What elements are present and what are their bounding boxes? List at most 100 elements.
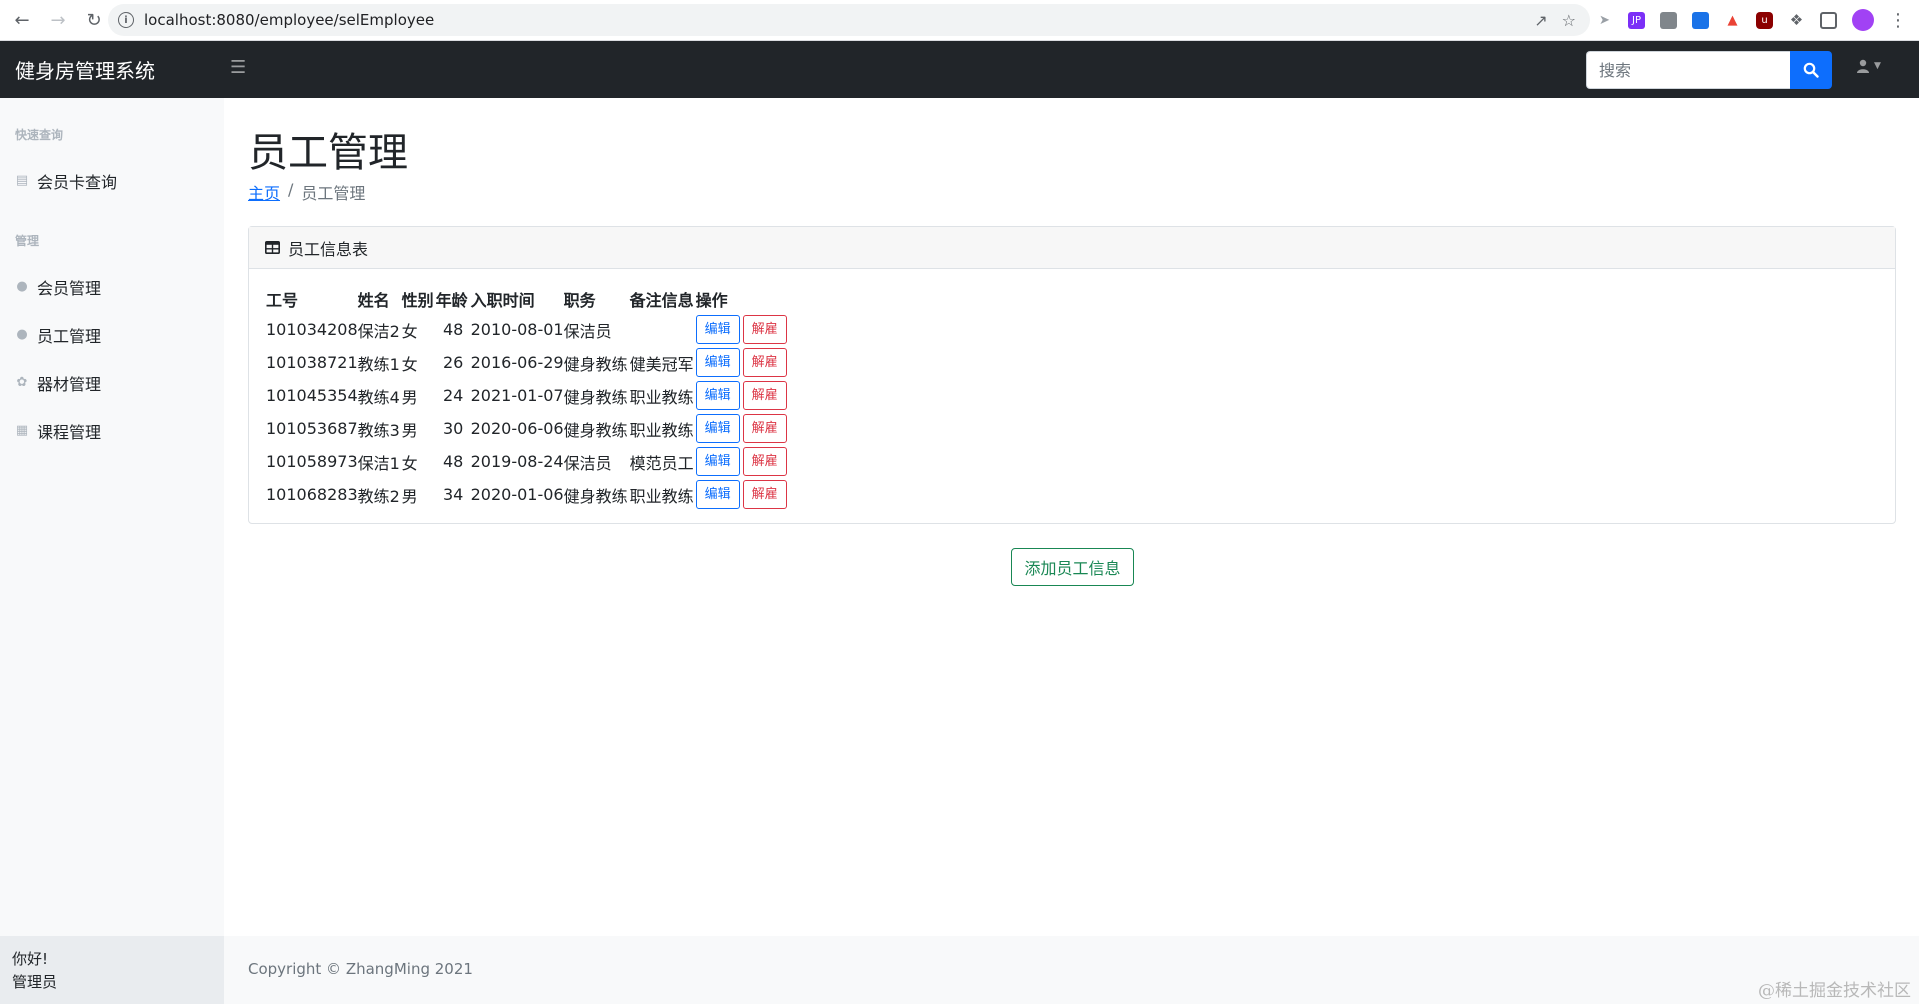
fire-button[interactable]: 解雇 (742, 315, 787, 344)
cell-gender: 女 (401, 354, 418, 374)
cell-age: 26 (442, 353, 464, 372)
breadcrumb: 主页 / 员工管理 (248, 180, 365, 204)
share-icon[interactable]: ↗ (1534, 11, 1547, 30)
cell-remark: 模范员工 (629, 453, 694, 473)
url-text: localhost:8080/employee/selEmployee (144, 11, 435, 29)
fire-button[interactable]: 解雇 (742, 414, 787, 443)
sidebar-item-label: 课程管理 (37, 423, 102, 442)
more-menu-icon[interactable]: ⋮ (1889, 10, 1907, 31)
caret-down-icon: ▼ (1874, 61, 1881, 71)
cell-gender: 男 (401, 420, 418, 440)
cell-age: 34 (442, 485, 464, 504)
cell-position: 保洁员 (563, 453, 612, 473)
card-title: 员工信息表 (288, 239, 369, 259)
cell-remark: 职业教练 (629, 420, 694, 440)
back-icon[interactable]: ← (6, 4, 38, 36)
column-header-hire-date: 入职时间 (470, 291, 535, 310)
cell-gender: 女 (401, 453, 418, 473)
cell-age: 24 (442, 386, 464, 405)
cell-hire-date: 2020-01-06 (470, 485, 564, 504)
bookmark-star-icon[interactable]: ☆ (1562, 11, 1576, 30)
table-header-row: 工号 姓名 性别 年龄 入职时间 职务 备注信息 操作 (266, 285, 796, 313)
jetbrains-extension-icon[interactable]: JP (1628, 11, 1645, 29)
cell-age: 48 (442, 452, 464, 471)
sidepanel-icon[interactable] (1820, 11, 1837, 29)
column-header-gender: 性别 (401, 291, 434, 310)
sidebar-item-employees[interactable]: ● 员工管理 (15, 323, 101, 347)
sidebar-toggle-icon[interactable]: ☰ (230, 57, 246, 78)
site-info-icon[interactable]: i (118, 12, 134, 28)
cell-age: 30 (442, 419, 464, 438)
edit-button[interactable]: 编辑 (695, 381, 740, 410)
employee-card: 员工信息表 工号 姓名 性别 年龄 入职时间 职务 备注信息 操作 101034… (248, 226, 1896, 524)
profile-avatar-icon[interactable] (1852, 9, 1874, 31)
cell-hire-date: 2019-08-24 (470, 452, 564, 471)
edit-button[interactable]: 编辑 (695, 348, 740, 377)
brand-title[interactable]: 健身房管理系统 (15, 55, 155, 84)
sidebar-item-courses[interactable]: ▦ 课程管理 (15, 419, 101, 443)
edit-button[interactable]: 编辑 (695, 414, 740, 443)
cell-actions: 编辑 解雇 (695, 478, 796, 511)
table-row: 101058973 保洁1 女 48 2019-08-24 保洁员 模范员工 编辑 解雇 (266, 445, 796, 478)
footer: Copyright © ZhangMing 2021 @稀土掘金技术社区 (224, 936, 1919, 1004)
fire-button[interactable]: 解雇 (742, 348, 787, 377)
column-header-id: 工号 (266, 291, 299, 310)
sidebar-item-members[interactable]: ● 会员管理 (15, 275, 101, 299)
cursor-extension-icon[interactable]: ➤ (1596, 12, 1613, 29)
cell-name: 保洁2 (357, 321, 400, 341)
search-input[interactable] (1586, 51, 1790, 89)
user-icon: ● (16, 327, 28, 342)
cell-name: 教练1 (357, 354, 400, 374)
breadcrumb-separator: / (288, 180, 294, 199)
cell-actions: 编辑 解雇 (695, 412, 796, 445)
greeting-text: 你好! (12, 950, 49, 968)
breadcrumb-home-link[interactable]: 主页 (248, 180, 280, 204)
sidebar-item-member-card[interactable]: ▤ 会员卡查询 (15, 169, 117, 193)
cell-id: 101053687 (266, 419, 358, 438)
cell-actions: 编辑 解雇 (695, 313, 796, 346)
cell-position: 健身教练 (563, 486, 628, 506)
cell-actions: 编辑 解雇 (695, 346, 796, 379)
user-dropdown[interactable]: ▼ (1856, 59, 1881, 73)
puzzle-extension-icon[interactable]: ❖ (1788, 11, 1805, 29)
cell-id: 101045354 (266, 386, 358, 405)
cell-gender: 女 (401, 321, 418, 341)
cell-position: 健身教练 (563, 420, 628, 440)
sidebar-item-equipment[interactable]: ✿ 器材管理 (15, 371, 101, 395)
browser-toolbar: ← → ↻ i localhost:8080/employee/selEmplo… (0, 0, 1919, 41)
table-row: 101038721 教练1 女 26 2016-06-29 健身教练 健美冠军 编辑 解雇 (266, 346, 796, 379)
fire-button[interactable]: 解雇 (742, 480, 787, 509)
main-content: 员工管理 主页 / 员工管理 员工信息表 工号 姓名 性别 年龄 入职时间 职务 (224, 98, 1919, 936)
card-header: 员工信息表 (249, 227, 1895, 269)
user-icon: ● (16, 279, 28, 294)
sidebar-item-label: 器材管理 (37, 375, 102, 394)
calendar-icon: ▦ (15, 423, 29, 438)
window-extension-icon[interactable] (1660, 11, 1677, 29)
cell-hire-date: 2010-08-01 (470, 320, 564, 339)
cell-gender: 男 (401, 387, 418, 407)
table-row: 101034208 保洁2 女 48 2010-08-01 保洁员 编辑 解雇 (266, 313, 796, 346)
copyright-text: Copyright © ZhangMing 2021 (248, 960, 473, 978)
cell-remark (630, 313, 696, 346)
layers-extension-icon[interactable] (1692, 11, 1709, 29)
sidebar-heading-manage: 管理 (15, 234, 40, 248)
sidebar-heading-quick: 快速查询 (15, 128, 64, 142)
table-icon (265, 241, 280, 254)
user-icon (1857, 59, 1869, 73)
fire-button[interactable]: 解雇 (742, 447, 787, 476)
fire-button[interactable]: 解雇 (742, 381, 787, 410)
edit-button[interactable]: 编辑 (695, 447, 740, 476)
address-bar[interactable]: i localhost:8080/employee/selEmployee ↗ … (108, 4, 1590, 36)
edit-button[interactable]: 编辑 (695, 480, 740, 509)
cell-id: 101034208 (266, 320, 358, 339)
edit-button[interactable]: 编辑 (695, 315, 740, 344)
add-employee-button[interactable]: 添加员工信息 (1011, 548, 1134, 586)
column-header-age: 年龄 (435, 291, 468, 310)
tree-extension-icon[interactable]: ▲ (1724, 12, 1741, 29)
reload-icon[interactable]: ↻ (78, 4, 110, 36)
forward-icon[interactable]: → (42, 4, 74, 36)
ublock-extension-icon[interactable]: u (1756, 11, 1773, 29)
top-navbar: 健身房管理系统 ☰ ▼ (0, 41, 1919, 98)
cell-position: 健身教练 (563, 387, 628, 407)
search-button[interactable] (1790, 51, 1832, 89)
